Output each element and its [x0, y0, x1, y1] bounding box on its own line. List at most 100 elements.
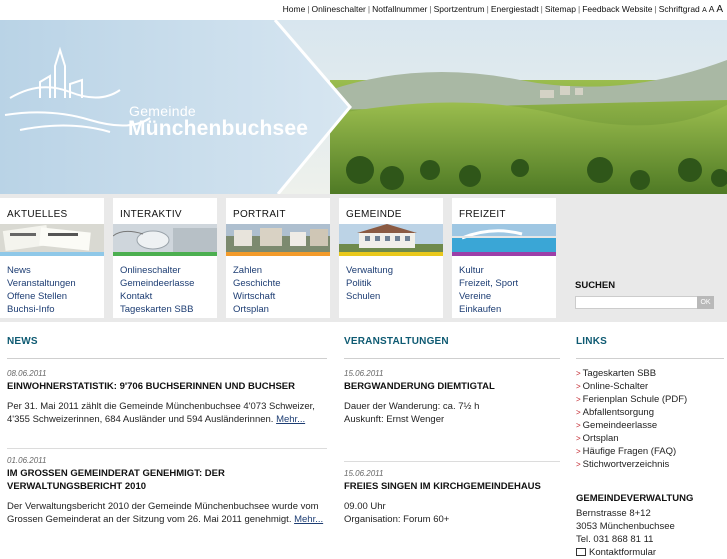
arrow-right-icon: >	[576, 395, 581, 404]
link-news[interactable]: News	[7, 264, 76, 277]
news-body: Der Verwaltungsbericht 2010 der Gemeinde…	[7, 500, 327, 526]
header-banner: Gemeinde Münchenbuchsee	[0, 20, 727, 194]
section-divider	[576, 358, 724, 359]
arrow-right-icon: >	[576, 447, 581, 456]
link-schulen[interactable]: Schulen	[346, 290, 393, 303]
admin-phone: Tel. 031 868 81 11	[576, 534, 654, 545]
topnav-sportzentrum-link[interactable]: Sportzentrum	[434, 4, 485, 14]
event-title[interactable]: BERGWANDERUNG DIEMTIGTAL	[344, 380, 560, 393]
link-freizeit-sport[interactable]: Freizeit, Sport	[459, 277, 518, 290]
link-wirtschaft[interactable]: Wirtschaft	[233, 290, 281, 303]
top-utility-links: Home | Onlineschalter | Notfallnummer | Sportz…	[282, 4, 723, 15]
item-divider	[7, 448, 327, 449]
news-item: 01.06.2011 IM GROSSEN GEMEINDERAT GENEHM…	[7, 456, 327, 526]
category-color-bar	[339, 252, 443, 256]
links-heading: LINKS	[576, 336, 607, 347]
topnav-energiestadt-link[interactable]: Energiestadt	[491, 4, 539, 14]
quick-link[interactable]: > Abfallentsorgung	[576, 406, 724, 419]
news-body: Per 31. Mai 2011 zählt die Gemeinde Münc…	[7, 400, 327, 426]
topnav-feedback-link[interactable]: Feedback Website	[582, 4, 652, 14]
topnav-onlineschalter-link[interactable]: Onlineschalter	[312, 4, 366, 14]
category-title[interactable]: FREIZEIT	[459, 209, 506, 220]
more-link[interactable]: Mehr...	[276, 414, 305, 425]
news-date: 01.06.2011	[7, 456, 47, 465]
arrow-right-icon: >	[576, 382, 581, 391]
search-heading: SUCHEN	[575, 280, 616, 291]
events-section: VERANSTALTUNGEN 15.06.2011 BERGWANDERUNG…	[344, 336, 560, 526]
link-einkaufen[interactable]: Einkaufen	[459, 303, 518, 316]
quick-link[interactable]: > Online-Schalter	[576, 380, 724, 393]
category-interaktiv: INTERAKTIV Onlineschalter Gemeindeerlass…	[113, 198, 217, 318]
category-links: Onlineschalter Gemeindeerlasse Kontakt T…	[120, 264, 194, 316]
admin-street: Bernstrasse 8+12	[576, 508, 651, 519]
arrow-right-icon: >	[576, 369, 581, 378]
newspapers-thumbnail	[0, 224, 104, 252]
link-kultur[interactable]: Kultur	[459, 264, 518, 277]
news-text: Der Verwaltungsbericht 2010 der Gemeinde…	[7, 501, 319, 525]
link-onlineschalter[interactable]: Onlineschalter	[120, 264, 194, 277]
font-size-small-button[interactable]: A	[702, 7, 707, 14]
quick-link[interactable]: > Ortsplan	[576, 432, 724, 445]
category-title[interactable]: AKTUELLES	[7, 209, 68, 220]
topnav-sitemap-link[interactable]: Sitemap	[545, 4, 576, 14]
category-color-bar	[452, 252, 556, 256]
section-divider	[7, 358, 327, 359]
admin-city: 3053 Münchenbuchsee	[576, 521, 675, 532]
category-navigation: AKTUELLES News Veranstaltungen Offene St…	[0, 194, 727, 322]
news-title[interactable]: IM GROSSEN GEMEINDERAT GENEHMIGT: DER VE…	[7, 467, 327, 493]
event-detail: 09.00 Uhr	[344, 501, 386, 512]
brand-logo-wordmark[interactable]: Münchenbuchsee	[128, 117, 308, 141]
topnav-notfallnummer-link[interactable]: Notfallnummer	[372, 4, 427, 14]
font-size-medium-button[interactable]: A	[709, 4, 714, 14]
category-freizeit: FREIZEIT Kultur Freizeit, Sport Vereine …	[452, 198, 556, 318]
quick-link[interactable]: > Ferienplan Schule (PDF)	[576, 393, 724, 406]
links-section: LINKS > Tageskarten SBB > Online-Schalter …	[576, 336, 724, 559]
link-veranstaltungen[interactable]: Veranstaltungen	[7, 277, 76, 290]
quick-link[interactable]: > Tageskarten SBB	[576, 367, 724, 380]
quick-links-list: > Tageskarten SBB > Online-Schalter > Ferie…	[576, 367, 724, 471]
category-aktuelles: AKTUELLES News Veranstaltungen Offene St…	[0, 198, 104, 318]
category-title[interactable]: INTERAKTIV	[120, 209, 182, 220]
category-links: Zahlen Geschichte Wirtschaft Ortsplan	[233, 264, 281, 316]
quick-link[interactable]: > Häufige Fragen (FAQ)	[576, 445, 724, 458]
admin-heading: GEMEINDEVERWALTUNG	[576, 493, 694, 504]
link-kontakt[interactable]: Kontakt	[120, 290, 194, 303]
more-link[interactable]: Mehr...	[294, 514, 323, 525]
search-input[interactable]	[575, 296, 698, 309]
category-color-bar	[0, 252, 104, 256]
event-detail: Dauer der Wanderung: ca. 7½ h	[344, 401, 480, 412]
category-color-bar	[113, 252, 217, 256]
font-size-large-button[interactable]: A	[716, 4, 723, 15]
quick-link[interactable]: > Stichwortverzeichnis	[576, 458, 724, 471]
category-links: Kultur Freizeit, Sport Vereine Einkaufen	[459, 264, 518, 316]
category-title[interactable]: PORTRAIT	[233, 209, 286, 220]
link-geschichte[interactable]: Geschichte	[233, 277, 281, 290]
arrow-right-icon: >	[576, 434, 581, 443]
category-links: News Veranstaltungen Offene Stellen Buch…	[7, 264, 76, 316]
contact-form-link[interactable]: Kontaktformular	[576, 546, 724, 559]
link-zahlen[interactable]: Zahlen	[233, 264, 281, 277]
link-buchsi-info[interactable]: Buchsi-Info	[7, 303, 76, 316]
town-hall-thumbnail	[339, 224, 443, 252]
events-heading: VERANSTALTUNGEN	[344, 336, 449, 347]
arrow-right-icon: >	[576, 408, 581, 417]
admin-address: Bernstrasse 8+12 3053 Münchenbuchsee Tel…	[576, 507, 724, 559]
link-ortsplan[interactable]: Ortsplan	[233, 303, 281, 316]
category-title[interactable]: GEMEINDE	[346, 209, 402, 220]
search-submit-button[interactable]: OK	[697, 296, 714, 309]
event-detail: Organisation: Forum 60+	[344, 514, 450, 525]
quick-link[interactable]: > Gemeindeerlasse	[576, 419, 724, 432]
event-title[interactable]: FREIES SINGEN IM KIRCHGEMEINDEHAUS	[344, 480, 560, 493]
link-verwaltung[interactable]: Verwaltung	[346, 264, 393, 277]
link-offene-stellen[interactable]: Offene Stellen	[7, 290, 76, 303]
link-gemeindeerlasse[interactable]: Gemeindeerlasse	[120, 277, 194, 290]
news-section: NEWS 08.06.2011 EINWOHNERSTATISTIK: 9'70…	[7, 336, 327, 526]
link-tageskarten-sbb[interactable]: Tageskarten SBB	[120, 303, 194, 316]
top-utility-nav: Home | Onlineschalter | Notfallnummer | Sportz…	[0, 0, 727, 20]
news-title[interactable]: EINWOHNERSTATISTIK: 9'706 BUCHSERINNEN U…	[7, 380, 327, 393]
link-politik[interactable]: Politik	[346, 277, 393, 290]
font-size-label: Schriftgrad	[658, 4, 700, 14]
item-divider	[344, 461, 560, 462]
topnav-home-link[interactable]: Home	[283, 4, 306, 14]
link-vereine[interactable]: Vereine	[459, 290, 518, 303]
